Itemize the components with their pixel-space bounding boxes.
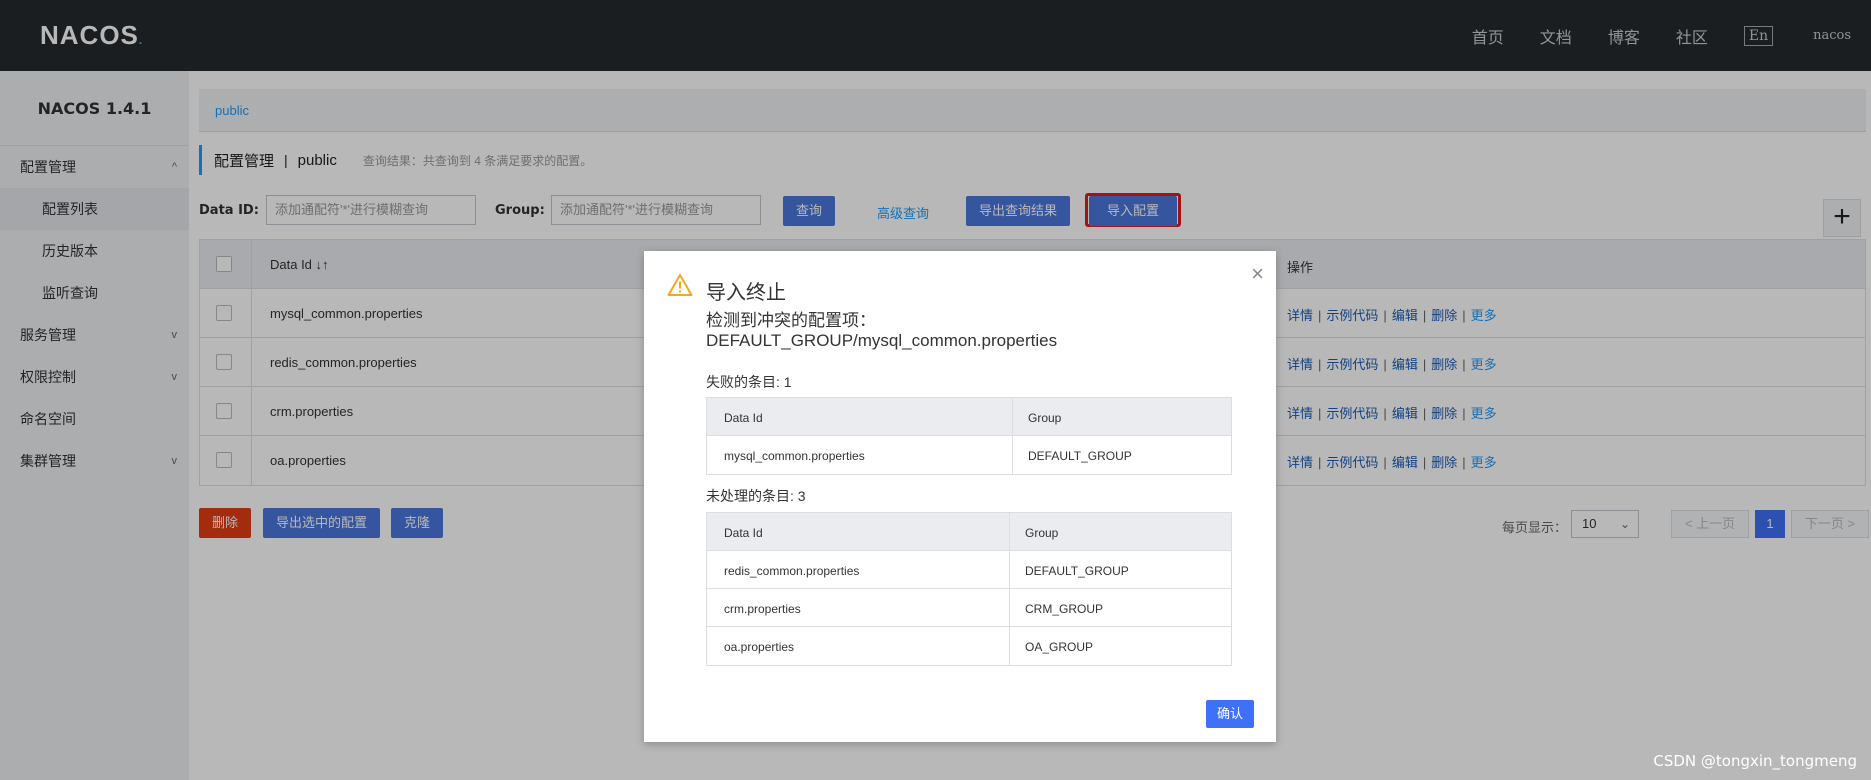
table-row: redis_common.properties DEFAULT_GROUP xyxy=(707,551,1231,589)
unhandled-items-table: Data Id Group redis_common.properties DE… xyxy=(706,512,1232,666)
table-row: mysql_common.properties DEFAULT_GROUP xyxy=(707,436,1231,474)
warning-icon xyxy=(667,274,693,296)
unhandled-items-label: 未处理的条目: 3 xyxy=(706,488,806,504)
confirm-button[interactable]: 确认 xyxy=(1205,700,1254,728)
close-icon[interactable]: × xyxy=(1251,261,1264,287)
failed-items-table: Data Id Group mysql_common.properties DE… xyxy=(706,397,1232,475)
table-row: oa.properties OA_GROUP xyxy=(707,627,1231,665)
table-row: crm.properties CRM_GROUP xyxy=(707,589,1231,627)
dialog-title: 导入终止 xyxy=(706,282,786,304)
import-terminated-dialog: × 导入终止 检测到冲突的配置项：DEFAULT_GROUP/mysql_com… xyxy=(644,251,1276,742)
table-header: Data Id Group xyxy=(707,398,1231,436)
table-header: Data Id Group xyxy=(707,513,1231,551)
dialog-message: 检测到冲突的配置项：DEFAULT_GROUP/mysql_common.pro… xyxy=(706,311,1058,350)
watermark: CSDN @tongxin_tongmeng xyxy=(1653,752,1857,770)
failed-items-label: 失败的条目: 1 xyxy=(706,374,792,390)
